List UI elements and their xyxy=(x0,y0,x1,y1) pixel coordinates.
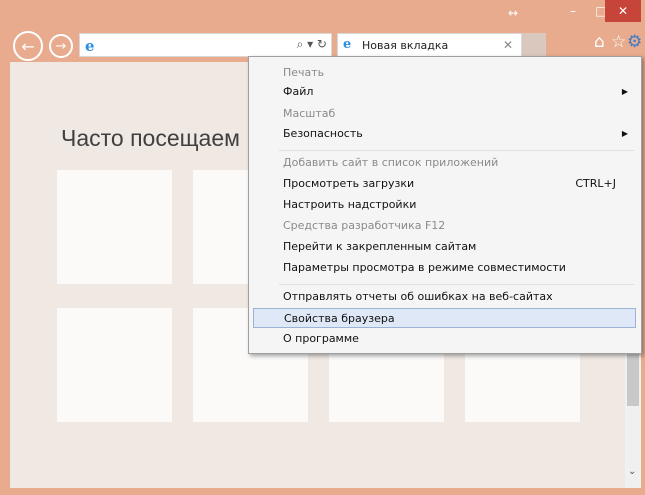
submenu-arrow-icon: ▶ xyxy=(621,87,628,96)
menu-item-about[interactable]: О программе xyxy=(253,329,636,349)
menu-item-label: Добавить сайт в список приложений xyxy=(283,156,499,169)
tools-menu: Печать Файл ▶ Масштаб Безопасность ▶ Добав… xyxy=(248,56,642,354)
menu-item-label: Параметры просмотра в режиме совместимос… xyxy=(283,261,566,274)
menu-item-security[interactable]: Безопасность ▶ xyxy=(253,124,636,144)
menu-item-add-site[interactable]: Добавить сайт в список приложений xyxy=(253,153,636,173)
menu-item-label: Безопасность xyxy=(283,127,363,140)
restore-glyph[interactable]: ↔ xyxy=(503,2,523,24)
frequent-sites-heading: Часто посещаем xyxy=(61,125,240,151)
menu-item-label: О программе xyxy=(283,332,359,345)
menu-item-browser-properties[interactable]: Свойства браузера xyxy=(253,308,636,328)
address-tools[interactable]: ⌕ ▾ ↻ xyxy=(297,37,327,52)
menu-item-label: Перейти к закрепленным сайтам xyxy=(283,240,477,253)
new-tab-button[interactable] xyxy=(522,33,546,57)
home-icon[interactable]: ⌂ xyxy=(594,32,605,52)
forward-button[interactable]: → xyxy=(49,34,73,58)
menu-item-pinned-sites[interactable]: Перейти к закрепленным сайтам xyxy=(253,237,636,257)
minimize-button[interactable]: – xyxy=(562,0,584,22)
menu-item-label: Средства разработчика F12 xyxy=(283,219,446,232)
menu-item-compatibility[interactable]: Параметры просмотра в режиме совместимос… xyxy=(253,258,636,278)
menu-item-label: Просмотреть загрузки xyxy=(283,177,415,190)
menu-separator xyxy=(279,150,634,151)
close-button[interactable]: ✕ xyxy=(605,0,641,22)
tab-close-icon[interactable]: ✕ xyxy=(503,38,513,52)
back-arrow-icon: ← xyxy=(21,36,35,56)
submenu-arrow-icon: ▶ xyxy=(621,129,628,138)
title-bar: ↔ – □ ✕ xyxy=(0,0,645,30)
tab-title: Новая вкладка xyxy=(362,39,449,52)
menu-item-error-reports[interactable]: Отправлять отчеты об ошибках на веб-сайт… xyxy=(253,287,636,307)
menu-item-label: Файл xyxy=(283,85,314,98)
menu-item-label: Отправлять отчеты об ошибках на веб-сайт… xyxy=(283,290,553,303)
menu-item-label: Масштаб xyxy=(283,107,336,120)
forward-arrow-icon: → xyxy=(55,38,67,54)
tab-ie-icon: e xyxy=(343,37,352,52)
menu-shortcut: CTRL+J xyxy=(575,177,616,190)
site-tile[interactable] xyxy=(57,308,172,422)
browser-tab[interactable]: e Новая вкладка ✕ xyxy=(337,33,522,57)
browser-window: ↔ – □ ✕ ← → e ⌕ ▾ ↻ e Новая вкладка ✕ ⌂ … xyxy=(0,0,645,495)
menu-separator xyxy=(279,284,634,285)
toolbar-icons: ⌂ ☆ ⚙ xyxy=(594,32,644,56)
menu-item-devtools[interactable]: Средства разработчика F12 xyxy=(253,216,636,236)
favorites-star-icon[interactable]: ☆ xyxy=(611,32,626,52)
menu-item-zoom[interactable]: Масштаб xyxy=(253,104,636,124)
site-tile[interactable] xyxy=(57,170,172,284)
ie-logo-icon: e xyxy=(85,37,95,55)
menu-item-addons[interactable]: Настроить надстройки xyxy=(253,195,636,215)
menu-item-label: Свойства браузера xyxy=(284,312,395,325)
menu-item-label: Настроить надстройки xyxy=(283,198,417,211)
settings-gear-icon[interactable]: ⚙ xyxy=(627,32,642,52)
menu-item-file[interactable]: Файл ▶ xyxy=(253,82,636,102)
back-button[interactable]: ← xyxy=(13,31,43,61)
menu-item-label: Печать xyxy=(283,66,325,79)
menu-item-downloads[interactable]: Просмотреть загрузки CTRL+J xyxy=(253,174,636,194)
scroll-down-icon[interactable]: ⌄ xyxy=(628,466,636,477)
menu-item-print[interactable]: Печать xyxy=(253,63,636,83)
address-bar[interactable]: e ⌕ ▾ ↻ xyxy=(79,33,332,57)
